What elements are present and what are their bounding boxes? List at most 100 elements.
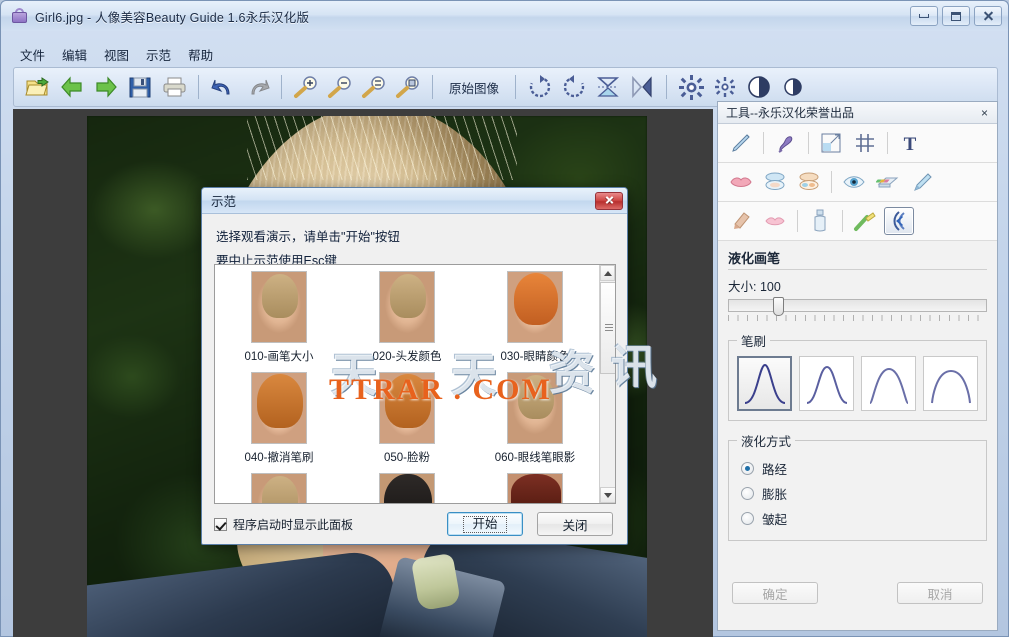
- teeth-whiten-icon[interactable]: [850, 207, 880, 235]
- menu-item-view[interactable]: 视图: [97, 43, 136, 66]
- demo-thumbnail[interactable]: [379, 271, 435, 343]
- radio-option-bloat[interactable]: 膨胀: [737, 481, 978, 506]
- open-file-icon[interactable]: [22, 71, 54, 103]
- previous-icon[interactable]: [56, 71, 88, 103]
- demo-list[interactable]: 010-画笔大小 020-头发颜色 030-眼睛颜色 040-撤消笔刷 050-…: [214, 264, 616, 504]
- demo-item[interactable]: [471, 473, 599, 503]
- tool-separator: [808, 132, 809, 154]
- radio-bloat-icon[interactable]: [741, 487, 754, 500]
- slider-thumb[interactable]: [773, 297, 784, 316]
- eyeliner-pencil-icon[interactable]: [907, 168, 937, 196]
- dialog-instruction-1: 选择观看演示，请单击"开始"按钮: [216, 230, 400, 244]
- dialog-buttons: 开始 关闭: [447, 512, 613, 536]
- zoom-actual-icon[interactable]: [358, 71, 390, 103]
- crop-tool-icon[interactable]: [816, 129, 846, 157]
- lipstick-tool-icon[interactable]: [760, 207, 790, 235]
- tool-panel-close-button[interactable]: ×: [978, 106, 991, 120]
- brush-medium[interactable]: [799, 356, 854, 411]
- radio-path-icon[interactable]: [741, 462, 754, 475]
- scrollbar-thumb[interactable]: [600, 282, 615, 374]
- demo-thumbnail[interactable]: [507, 271, 563, 343]
- demo-thumbnail[interactable]: [379, 372, 435, 444]
- photo-scarf: [410, 552, 462, 612]
- undo-icon[interactable]: [207, 71, 239, 103]
- demo-item[interactable]: [215, 473, 343, 503]
- palette-tool-icon[interactable]: [873, 168, 903, 196]
- contrast-icon[interactable]: [743, 71, 775, 103]
- close-button[interactable]: [974, 6, 1002, 26]
- demo-item-label: 060-眼线笔眼影: [494, 452, 576, 464]
- demo-list-scrollbar[interactable]: [599, 265, 615, 503]
- radio-pucker-label: 皱起: [762, 513, 788, 527]
- checkbox-icon[interactable]: [214, 517, 227, 531]
- demo-thumbnail[interactable]: [379, 473, 435, 503]
- menu-item-demo[interactable]: 示范: [139, 43, 178, 66]
- demo-item-label: 050-脸粉: [383, 452, 431, 464]
- menu-item-edit[interactable]: 编辑: [55, 43, 94, 66]
- start-button[interactable]: 开始: [447, 512, 523, 536]
- tool-panel-title: 工具--永乐汉化荣誉出品: [726, 106, 854, 120]
- demo-item[interactable]: 040-撤消笔刷: [215, 372, 343, 465]
- scroll-up-button[interactable]: [600, 265, 615, 281]
- show-on-startup-checkbox[interactable]: 程序启动时显示此面板: [214, 516, 353, 533]
- scroll-down-button[interactable]: [600, 487, 615, 503]
- toolbar-separator: [432, 75, 433, 99]
- minimize-button[interactable]: [910, 6, 938, 26]
- maximize-button[interactable]: [942, 6, 970, 26]
- blush-tool-icon[interactable]: [760, 168, 790, 196]
- eyeshadow-tool-icon[interactable]: [794, 168, 824, 196]
- panel-cancel-button[interactable]: 取消: [897, 582, 983, 604]
- flip-horizontal-icon[interactable]: [626, 71, 658, 103]
- dialog-close-action-button[interactable]: 关闭: [537, 512, 613, 536]
- redo-icon[interactable]: [241, 71, 273, 103]
- demo-thumbnail[interactable]: [507, 372, 563, 444]
- bottle-tool-icon[interactable]: [805, 207, 835, 235]
- gamma-icon[interactable]: [777, 71, 809, 103]
- radio-option-path[interactable]: 路经: [737, 456, 978, 481]
- original-image-button[interactable]: 原始图像: [441, 78, 507, 97]
- next-icon[interactable]: [90, 71, 122, 103]
- demo-thumbnail[interactable]: [251, 372, 307, 444]
- saturation-icon[interactable]: [709, 71, 741, 103]
- dialog-footer: 程序启动时显示此面板 开始 关闭: [202, 504, 627, 544]
- eye-tool-icon[interactable]: [839, 168, 869, 196]
- zoom-out-icon[interactable]: [324, 71, 356, 103]
- lips-tool-icon[interactable]: [726, 168, 756, 196]
- demo-thumbnail[interactable]: [507, 473, 563, 503]
- radio-path-label: 路经: [762, 463, 788, 477]
- rotate-left-icon[interactable]: [558, 71, 590, 103]
- radio-bloat-label: 膨胀: [762, 488, 788, 502]
- liquify-tool-icon[interactable]: [884, 207, 914, 235]
- heal-brush-icon[interactable]: [771, 129, 801, 157]
- radio-option-pucker[interactable]: 皱起: [737, 506, 978, 531]
- brush-narrow[interactable]: [737, 356, 792, 411]
- brush-size-slider[interactable]: [718, 297, 997, 321]
- text-tool-icon[interactable]: T: [895, 129, 925, 157]
- demo-thumbnail[interactable]: [251, 473, 307, 503]
- radio-pucker-icon[interactable]: [741, 512, 754, 525]
- grid-tool-icon[interactable]: [850, 129, 880, 157]
- slider-track[interactable]: [728, 297, 987, 316]
- demo-item[interactable]: 050-脸粉: [343, 372, 471, 465]
- print-icon[interactable]: [158, 71, 190, 103]
- flip-vertical-icon[interactable]: [592, 71, 624, 103]
- demo-item[interactable]: 030-眼睛颜色: [471, 271, 599, 364]
- menu-item-file[interactable]: 文件: [13, 43, 52, 66]
- foundation-tool-icon[interactable]: [726, 207, 756, 235]
- demo-item[interactable]: 060-眼线笔眼影: [471, 372, 599, 465]
- brush-wide[interactable]: [861, 356, 916, 411]
- brush-widest[interactable]: [923, 356, 978, 411]
- rotate-right-icon[interactable]: [524, 71, 556, 103]
- menu-item-help[interactable]: 帮助: [181, 43, 220, 66]
- demo-thumbnail[interactable]: [251, 271, 307, 343]
- smooth-tool-icon[interactable]: [726, 129, 756, 157]
- zoom-fit-icon[interactable]: [392, 71, 424, 103]
- demo-item[interactable]: 010-画笔大小: [215, 271, 343, 364]
- zoom-in-icon[interactable]: [290, 71, 322, 103]
- dialog-close-button[interactable]: [595, 191, 623, 210]
- demo-item[interactable]: [343, 473, 471, 503]
- brightness-icon[interactable]: [675, 71, 707, 103]
- save-icon[interactable]: [124, 71, 156, 103]
- demo-item[interactable]: 020-头发颜色: [343, 271, 471, 364]
- panel-ok-button[interactable]: 确定: [732, 582, 818, 604]
